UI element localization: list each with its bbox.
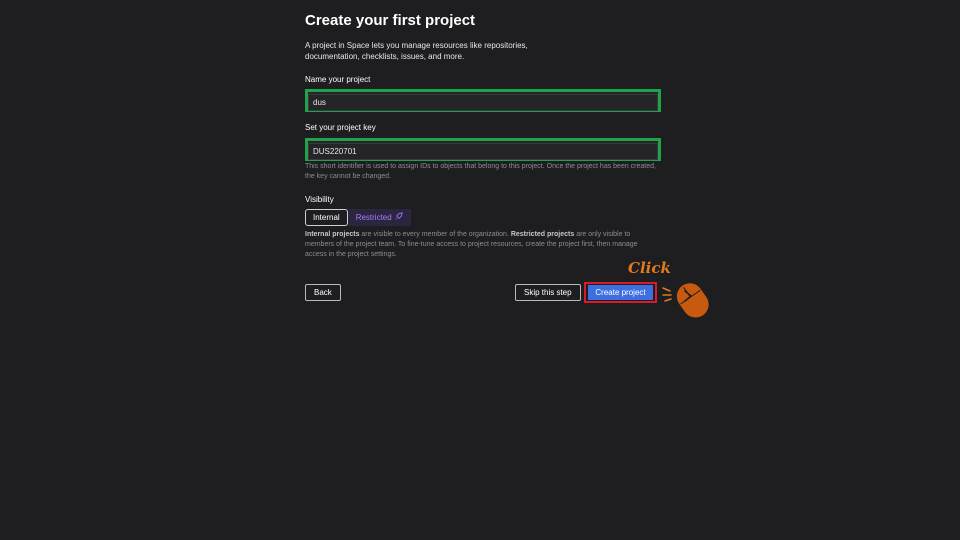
visibility-restricted-label: Restricted [355, 213, 392, 222]
project-key-input[interactable] [308, 143, 658, 160]
project-key-field-highlight [305, 138, 661, 161]
visibility-label: Visibility [305, 195, 334, 204]
visibility-toggle: Internal Restricted [305, 209, 411, 226]
create-project-highlight: Create project [584, 282, 657, 303]
visibility-internal-option[interactable]: Internal [305, 209, 348, 226]
rocket-icon [395, 210, 403, 225]
page-intro: A project in Space lets you manage resou… [305, 41, 528, 61]
internal-description: are visible to every member of the organ… [359, 231, 511, 238]
page-title: Create your first project [305, 12, 476, 29]
project-key-label: Set your project key [305, 123, 376, 132]
internal-term: Internal projects [305, 231, 360, 238]
create-project-page: Create your first project A project in S… [0, 0, 960, 540]
visibility-description: Internal projects are visible to every m… [305, 230, 660, 260]
project-name-input[interactable] [308, 94, 658, 111]
visibility-restricted-option[interactable]: Restricted [347, 209, 411, 226]
mouse-icon [660, 279, 712, 321]
restricted-term: Restricted projects [510, 231, 575, 238]
skip-step-button[interactable]: Skip this step [515, 284, 581, 301]
project-key-hint: This short identifier is used to assign … [305, 163, 656, 180]
click-annotation-text: Click [628, 259, 671, 277]
project-name-field-highlight [305, 89, 661, 112]
project-name-label: Name your project [305, 75, 371, 84]
create-project-button[interactable]: Create project [588, 285, 653, 300]
back-button[interactable]: Back [305, 284, 341, 301]
